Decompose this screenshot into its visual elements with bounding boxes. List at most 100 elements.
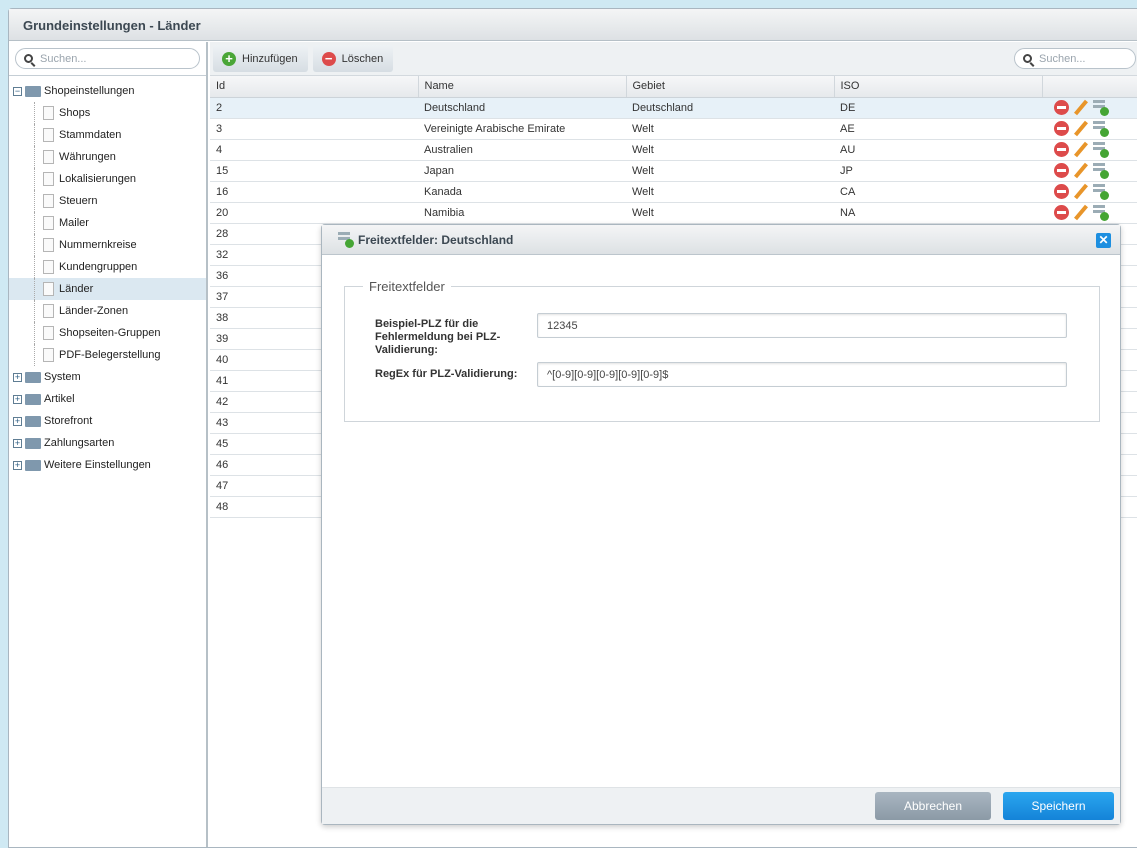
tree-item[interactable]: + Artikel xyxy=(9,388,206,410)
table-row[interactable]: 4 Australien Welt AU xyxy=(210,139,1137,161)
tree-item-label: Shopseiten-Gruppen xyxy=(59,327,161,339)
table-row[interactable]: 2 Deutschland Deutschland DE xyxy=(210,97,1137,119)
table-row[interactable]: 16 Kanada Welt CA xyxy=(210,181,1137,203)
close-button[interactable]: ✕ xyxy=(1096,233,1111,248)
tree-item-label: PDF-Belegerstellung xyxy=(59,349,161,361)
save-button[interactable]: Speichern xyxy=(1003,792,1114,820)
tree-item[interactable]: PDF-Belegerstellung xyxy=(9,344,206,366)
pencil-icon[interactable] xyxy=(1074,204,1088,221)
table-cell: Welt xyxy=(626,160,834,182)
collapse-icon[interactable]: − xyxy=(13,86,22,96)
tree-item-label: Länder-Zonen xyxy=(59,305,129,317)
grid-search-input[interactable]: Suchen... xyxy=(1014,48,1136,69)
folder-icon xyxy=(25,437,41,449)
tree-line xyxy=(34,124,35,146)
table-row[interactable]: 15 Japan Welt JP xyxy=(210,160,1137,182)
minus-icon: − xyxy=(321,51,336,66)
tree-item[interactable]: Steuern xyxy=(9,190,206,212)
tree-line xyxy=(34,344,35,366)
freetext-icon[interactable] xyxy=(1093,183,1109,200)
pencil-icon[interactable] xyxy=(1074,141,1088,158)
document-icon xyxy=(43,194,54,208)
freetext-icon[interactable] xyxy=(1093,141,1109,158)
delete-button[interactable]: − Löschen xyxy=(312,45,394,72)
tree-item-label: Weitere Einstellungen xyxy=(44,459,151,471)
tree-line xyxy=(34,102,35,124)
document-icon xyxy=(43,172,54,186)
tree-item[interactable]: Länder-Zonen xyxy=(9,300,206,322)
tree-item[interactable]: Lokalisierungen xyxy=(9,168,206,190)
freetext-icon[interactable] xyxy=(1093,99,1109,116)
tree-item[interactable]: Mailer xyxy=(9,212,206,234)
table-cell: AE xyxy=(834,118,1042,140)
folder-icon xyxy=(25,459,41,471)
tree-item[interactable]: Stammdaten xyxy=(9,124,206,146)
expand-icon[interactable]: + xyxy=(13,460,22,470)
document-icon xyxy=(43,216,54,230)
pencil-icon[interactable] xyxy=(1074,162,1088,179)
tree-item[interactable]: + System xyxy=(9,366,206,388)
tree-line xyxy=(34,234,35,256)
delete-icon[interactable] xyxy=(1054,121,1069,136)
add-label: Hinzufügen xyxy=(242,52,298,65)
table-cell: AU xyxy=(834,139,1042,161)
document-icon xyxy=(43,150,54,164)
expand-icon[interactable]: + xyxy=(13,438,22,448)
pencil-icon[interactable] xyxy=(1074,99,1088,116)
tree-item[interactable]: Kundengruppen xyxy=(9,256,206,278)
tree-line xyxy=(34,322,35,344)
delete-icon[interactable] xyxy=(1054,142,1069,157)
tree-item[interactable]: Nummernkreise xyxy=(9,234,206,256)
pencil-icon[interactable] xyxy=(1074,183,1088,200)
delete-label: Löschen xyxy=(341,52,384,65)
row-actions xyxy=(1042,97,1137,119)
tree-item[interactable]: Länder xyxy=(9,278,206,300)
expand-icon[interactable]: + xyxy=(13,416,22,426)
sidebar: Suchen... − Shopeinstellungen Shops Stammda… xyxy=(9,42,208,847)
actions-header xyxy=(1042,76,1137,98)
zip-example-input[interactable]: 12345 xyxy=(537,313,1067,338)
freetext-icon xyxy=(338,231,354,248)
freetext-icon[interactable] xyxy=(1093,120,1109,137)
add-button[interactable]: + Hinzufügen xyxy=(213,45,308,72)
row-actions xyxy=(1042,181,1137,203)
tree-item[interactable]: + Storefront xyxy=(9,410,206,432)
expand-icon[interactable]: + xyxy=(13,372,22,382)
delete-icon[interactable] xyxy=(1054,100,1069,115)
document-icon xyxy=(43,304,54,318)
row-actions xyxy=(1042,139,1137,161)
pencil-icon[interactable] xyxy=(1074,120,1088,137)
column-header[interactable]: Gebiet xyxy=(626,76,835,98)
table-cell: Vereinigte Arabische Emirate xyxy=(418,118,626,140)
delete-icon[interactable] xyxy=(1054,184,1069,199)
column-header[interactable]: Name xyxy=(418,76,627,98)
folder-icon xyxy=(25,371,41,383)
zip-regex-input[interactable]: ^[0-9][0-9][0-9][0-9][0-9]$ xyxy=(537,362,1067,387)
tree-item[interactable]: + Zahlungsarten xyxy=(9,432,206,454)
delete-icon[interactable] xyxy=(1054,163,1069,178)
expand-icon[interactable]: + xyxy=(13,394,22,404)
table-row[interactable]: 20 Namibia Welt NA xyxy=(210,202,1137,224)
tree-item[interactable]: + Weitere Einstellungen xyxy=(9,454,206,476)
sidebar-search-input[interactable]: Suchen... xyxy=(15,48,200,69)
document-icon xyxy=(43,106,54,120)
tree-item[interactable]: Shops xyxy=(9,102,206,124)
freetext-icon[interactable] xyxy=(1093,204,1109,221)
cancel-button[interactable]: Abbrechen xyxy=(875,792,991,820)
table-cell: 3 xyxy=(210,118,418,140)
tree-item[interactable]: Shopseiten-Gruppen xyxy=(9,322,206,344)
table-row[interactable]: 3 Vereinigte Arabische Emirate Welt AE xyxy=(210,118,1137,140)
search-icon xyxy=(24,54,33,63)
delete-icon[interactable] xyxy=(1054,205,1069,220)
column-header[interactable]: Id xyxy=(210,76,419,98)
table-cell: 2 xyxy=(210,97,418,119)
freetext-icon[interactable] xyxy=(1093,162,1109,179)
tree-item[interactable]: Währungen xyxy=(9,146,206,168)
tree-item-label: System xyxy=(44,371,81,383)
table-cell: Japan xyxy=(418,160,626,182)
tree-line xyxy=(34,300,35,322)
column-header[interactable]: ISO xyxy=(834,76,1043,98)
document-icon xyxy=(43,128,54,142)
freetext-fieldset: Freitextfelder Beispiel-PLZ für die Fehl… xyxy=(344,279,1100,422)
tree-item[interactable]: − Shopeinstellungen xyxy=(9,80,206,102)
